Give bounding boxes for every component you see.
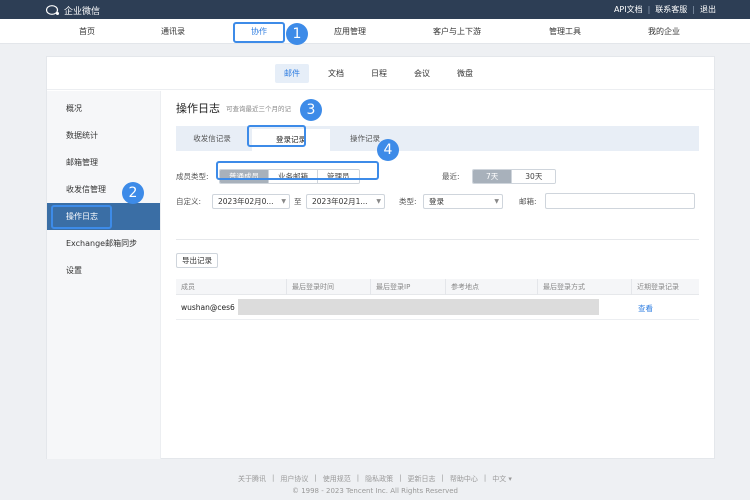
step-marker-3: 3 [300,99,322,121]
page-subtitle: 可查询最近三个月的记 [226,105,291,113]
recent-30-days[interactable]: 30天 [511,170,556,183]
brand-logo[interactable]: 企业微信 [46,4,100,17]
subnav-docs[interactable]: 文档 [319,64,353,83]
type-label: 类型: [399,197,417,206]
divider: | [647,5,651,14]
mailbox-label: 邮箱: [519,197,537,206]
recent-7-days[interactable]: 7天 [473,170,512,183]
col-recent-logins: 近期登录记录 [631,279,699,295]
top-bar: 企业微信 API文档 | 联系客服 | 退出 [0,0,750,19]
divider: | [314,474,317,482]
subnav-calendar[interactable]: 日程 [362,64,396,83]
divider: | [399,474,402,482]
divider: | [483,474,487,482]
step-marker-2: 2 [122,182,144,204]
footer: 关于腾讯 | 用户协议 | 使用规范 | 隐私政策 | 更新日志 | 帮助中心 … [0,474,750,484]
date-from-select[interactable]: 2023年02月0... ▼ [212,194,290,209]
sidebar-item-exchange-sync[interactable]: Exchange邮箱同步 [47,230,160,257]
member-email: wushan@ces6 [181,303,235,312]
logout-link[interactable]: 退出 [700,4,716,15]
nav-customers[interactable]: 客户与上下游 [425,19,489,44]
footer-link-terms[interactable]: 用户协议 [280,474,308,484]
member-type-label: 成员类型: [176,172,209,181]
sidebar-item-overview[interactable]: 概况 [47,95,160,122]
nav-my-company[interactable]: 我的企业 [639,19,689,44]
step-marker-4: 4 [377,139,399,161]
chevron-down-icon: ▼ [281,198,286,205]
nav-contacts[interactable]: 通讯录 [147,19,199,44]
sidebar-item-mailbox-management[interactable]: 邮箱管理 [47,149,160,176]
divider: | [441,474,444,482]
footer-link-help[interactable]: 帮助中心 [450,474,478,484]
footer-link-about[interactable]: 关于腾讯 [238,474,266,484]
subnav-drive[interactable]: 微盘 [448,64,482,83]
table-header: 成员 最后登录时间 最后登录IP 参考地点 最后登录方式 近期登录记录 [176,279,699,295]
tab-send-receive-log[interactable]: 收发信记录 [176,126,248,151]
chevron-down-icon: ▼ [494,198,499,205]
api-docs-link[interactable]: API文档 [614,4,643,15]
sidebar-item-statistics[interactable]: 数据统计 [47,122,160,149]
highlight-member-types [216,161,379,180]
view-link[interactable]: 查看 [638,303,653,314]
nav-app-management[interactable]: 应用管理 [325,19,375,44]
table-row: wushan@ces6 查看 [176,296,699,320]
col-last-login-ip: 最后登录IP [370,279,445,295]
date-to-value: 2023年02月1... [312,197,368,206]
divider: | [356,474,360,482]
divider [176,239,699,240]
export-records-button[interactable]: 导出记录 [176,253,218,268]
mailbox-input[interactable] [545,193,695,209]
sidebar: 概况 数据统计 邮箱管理 收发信管理 操作日志 Exchange邮箱同步 设置 [47,91,161,459]
custom-date-label: 自定义: [176,197,202,206]
copyright: © 1998 - 2023 Tencent Inc. All Rights Re… [291,487,459,495]
footer-link-privacy[interactable]: 隐私政策 [365,474,393,484]
page-title: 操作日志 [176,102,220,115]
language-select[interactable]: 中文 ▾ [492,474,512,484]
redacted-area [238,299,599,315]
content-card: 邮件 文档 日程 会议 微盘 概况 数据统计 邮箱管理 收发信管理 操作日志 E… [46,56,715,459]
wecom-logo-icon [46,5,59,15]
footer-link-changelog[interactable]: 更新日志 [407,474,435,484]
col-last-login-time: 最后登录时间 [286,279,370,295]
contact-support-link[interactable]: 联系客服 [655,4,687,15]
nav-home[interactable]: 首页 [62,19,112,44]
step-marker-1: 1 [286,23,308,45]
date-to-label: 至 [294,197,302,206]
recent-range-selector: 7天 30天 [472,169,557,184]
date-to-select[interactable]: 2023年02月1... ▼ [306,194,385,209]
chevron-down-icon: ▼ [376,198,381,205]
footer-link-usage[interactable]: 使用规范 [323,474,351,484]
date-from-value: 2023年02月0... [218,197,274,206]
type-select[interactable]: 登录 ▼ [423,194,503,209]
footer-links: 关于腾讯 | 用户协议 | 使用规范 | 隐私政策 | 更新日志 | 帮助中心 … [0,474,750,484]
subnav-meeting[interactable]: 会议 [405,64,439,83]
recent-label: 最近: [442,172,460,181]
main-content: 操作日志 可查询最近三个月的记 收发信记录 登录记录 操作记录 成员类型: 普通… [162,91,714,459]
highlight-sidebar-operation-log [51,205,112,229]
brand-name: 企业微信 [64,7,101,17]
highlight-nav-collaboration [233,22,285,43]
highlight-tab-login-log [247,125,306,147]
sub-nav: 邮件 文档 日程 会议 微盘 [47,57,714,90]
type-value: 登录 [429,197,444,206]
col-member: 成员 [181,283,195,291]
subnav-mail[interactable]: 邮件 [275,64,309,83]
top-links: API文档 | 联系客服 | 退出 [614,4,716,15]
nav-management-tools[interactable]: 管理工具 [540,19,590,44]
sidebar-item-settings[interactable]: 设置 [47,257,160,284]
divider: | [272,474,275,482]
divider: | [692,5,695,14]
col-location: 参考地点 [445,279,537,295]
main-nav: 首页 通讯录 协作 应用管理 客户与上下游 管理工具 我的企业 [0,19,750,44]
col-login-method: 最后登录方式 [537,279,631,295]
